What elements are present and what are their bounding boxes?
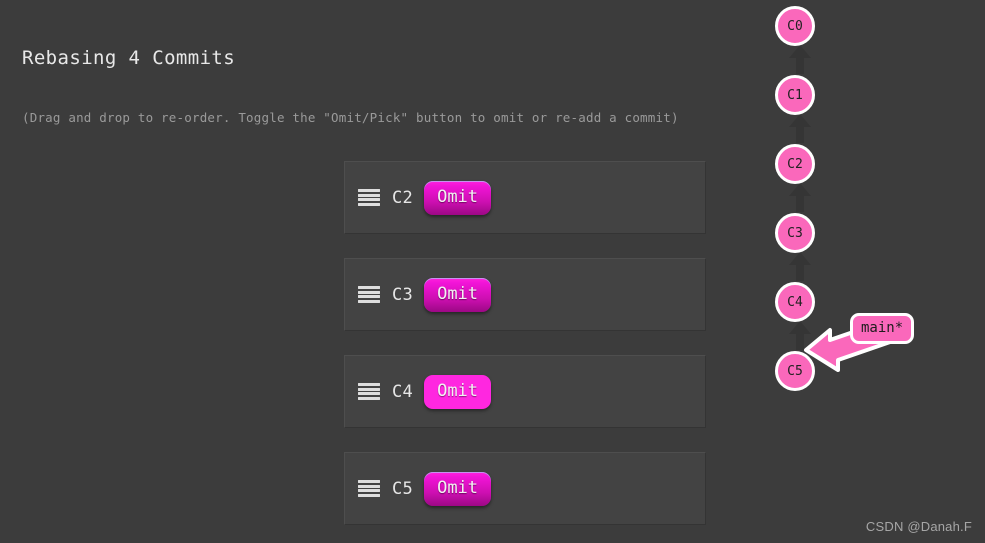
page-subtitle-instructions: (Drag and drop to re-order. Toggle the "… bbox=[22, 110, 679, 125]
omit-pick-button[interactable]: Omit bbox=[424, 277, 492, 312]
commit-node-c4[interactable]: C4 bbox=[775, 282, 815, 322]
drag-handle-icon[interactable] bbox=[358, 383, 380, 400]
commit-label: C2 bbox=[392, 187, 414, 208]
commit-node-c0[interactable]: C0 bbox=[775, 6, 815, 46]
omit-pick-button[interactable]: Omit bbox=[424, 471, 492, 506]
commit-node-c1[interactable]: C1 bbox=[775, 75, 815, 115]
commit-row[interactable]: C5 Omit bbox=[344, 452, 706, 525]
commit-label: C3 bbox=[392, 284, 414, 305]
omit-pick-button[interactable]: Omit bbox=[424, 374, 492, 409]
commit-row[interactable]: C2 Omit bbox=[344, 161, 706, 234]
omit-pick-button[interactable]: Omit bbox=[424, 180, 492, 215]
commit-edge-arrow bbox=[789, 252, 811, 281]
commit-reorder-list: C2 Omit C3 Omit C4 Omit C5 Omit bbox=[344, 161, 706, 543]
drag-handle-icon[interactable] bbox=[358, 286, 380, 303]
page-title: Rebasing 4 Commits bbox=[22, 47, 236, 69]
commit-node-c3[interactable]: C3 bbox=[775, 213, 815, 253]
commit-node-c5[interactable]: C5 bbox=[775, 351, 815, 391]
commit-edge-arrow bbox=[789, 114, 811, 143]
commit-label: C4 bbox=[392, 381, 414, 402]
drag-handle-icon[interactable] bbox=[358, 480, 380, 497]
commit-row[interactable]: C3 Omit bbox=[344, 258, 706, 331]
watermark: CSDN @Danah.F bbox=[865, 519, 972, 534]
commit-edge-arrow bbox=[789, 45, 811, 74]
commit-edge-arrow bbox=[789, 183, 811, 212]
commit-node-c2[interactable]: C2 bbox=[775, 144, 815, 184]
drag-handle-icon[interactable] bbox=[358, 189, 380, 206]
branch-label-main[interactable]: main* bbox=[850, 313, 915, 344]
rebase-interactive-screen: Rebasing 4 Commits (Drag and drop to re-… bbox=[0, 0, 985, 543]
commit-label: C5 bbox=[392, 478, 414, 499]
commit-row[interactable]: C4 Omit bbox=[344, 355, 706, 428]
commit-graph: C0 C1 C2 C3 C4 C5 main* bbox=[740, 0, 985, 543]
